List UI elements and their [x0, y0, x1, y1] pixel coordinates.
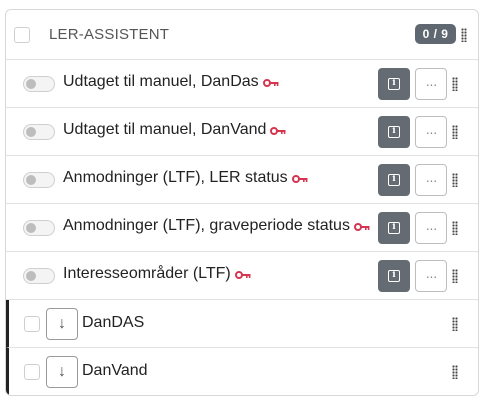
- info-button[interactable]: i: [378, 212, 410, 244]
- drag-handle-icon[interactable]: [452, 365, 458, 379]
- layer-label: Udtaget til manuel, DanDas: [63, 73, 279, 91]
- arrow-down-button[interactable]: ↓: [46, 308, 78, 340]
- arrow-down-button[interactable]: ↓: [46, 356, 78, 388]
- more-options-button[interactable]: ···: [415, 212, 447, 244]
- info-button[interactable]: i: [378, 164, 410, 196]
- layer-toggle[interactable]: [23, 220, 55, 236]
- layer-toggle[interactable]: [23, 172, 55, 188]
- drag-handle-icon[interactable]: [452, 269, 458, 283]
- more-options-button[interactable]: ···: [415, 116, 447, 148]
- layer-row: Udtaget til manuel, DanVand i ···: [6, 108, 478, 156]
- key-icon: [353, 223, 370, 231]
- arrow-down-icon: ↓: [58, 315, 66, 332]
- layer-row: Interesseområder (LTF) i ···: [6, 252, 478, 300]
- layer-toggle[interactable]: [23, 268, 55, 284]
- info-icon: i: [388, 78, 400, 90]
- drag-handle-icon[interactable]: [452, 317, 458, 331]
- info-button[interactable]: i: [378, 116, 410, 148]
- ler-assistant-panel: LER-ASSISTENT 0 / 9 Udtaget til manuel, …: [5, 9, 479, 396]
- select-all-checkbox[interactable]: [14, 27, 30, 43]
- sub-layer-checkbox[interactable]: [24, 316, 40, 332]
- arrow-down-icon: ↓: [58, 363, 66, 380]
- drag-handle-icon[interactable]: [452, 221, 458, 235]
- layer-label: Interesseområder (LTF): [63, 265, 251, 283]
- more-options-button[interactable]: ···: [415, 68, 447, 100]
- key-icon: [234, 271, 251, 279]
- layer-toggle[interactable]: [23, 124, 55, 140]
- info-button[interactable]: i: [378, 260, 410, 292]
- sub-layer-label: DanDAS: [82, 314, 145, 331]
- drag-handle-icon[interactable]: [452, 77, 458, 91]
- sub-layer-label: DanVand: [82, 362, 148, 379]
- layer-label: Anmodninger (LTF), LER status: [63, 169, 308, 187]
- drag-handle-icon[interactable]: [461, 28, 467, 42]
- info-icon: i: [388, 126, 400, 138]
- sub-layer-checkbox[interactable]: [24, 364, 40, 380]
- sub-layer-row: ↓ DanDAS: [6, 300, 478, 348]
- panel-header: LER-ASSISTENT 0 / 9: [6, 10, 478, 60]
- info-icon: i: [388, 270, 400, 282]
- info-icon: i: [388, 222, 400, 234]
- count-badge: 0 / 9: [415, 24, 456, 44]
- layer-row: Anmodninger (LTF), LER status i ···: [6, 156, 478, 204]
- drag-handle-icon[interactable]: [452, 173, 458, 187]
- drag-handle-icon[interactable]: [452, 125, 458, 139]
- info-button[interactable]: i: [378, 68, 410, 100]
- panel-title: LER-ASSISTENT: [49, 26, 170, 43]
- sub-layer-row: ↓ DanVand: [6, 348, 478, 395]
- layer-label: Anmodninger (LTF), graveperiode status: [63, 217, 370, 235]
- layer-row: Udtaget til manuel, DanDas i ···: [6, 60, 478, 108]
- info-icon: i: [388, 174, 400, 186]
- more-options-button[interactable]: ···: [415, 260, 447, 292]
- layer-row: Anmodninger (LTF), graveperiode status i…: [6, 204, 478, 252]
- more-options-button[interactable]: ···: [415, 164, 447, 196]
- key-icon: [270, 127, 286, 135]
- key-icon: [262, 79, 279, 87]
- layer-toggle[interactable]: [23, 76, 55, 92]
- key-icon: [291, 175, 308, 183]
- layer-label: Udtaget til manuel, DanVand: [63, 121, 286, 139]
